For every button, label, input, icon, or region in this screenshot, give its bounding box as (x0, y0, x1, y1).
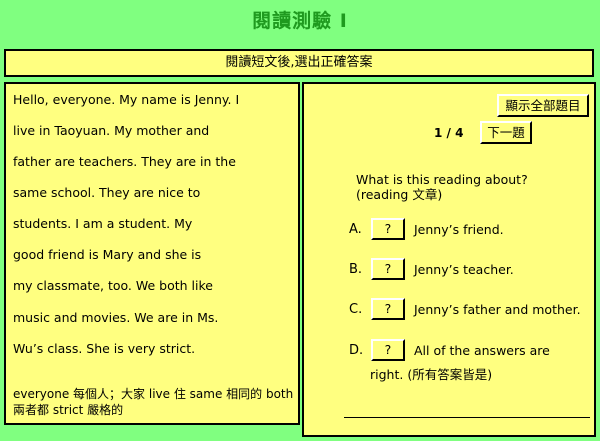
passage-line: Wu’s class. She is very strict. (13, 341, 196, 356)
question-text: What is this reading about? (reading 文章) (356, 172, 528, 202)
passage-line: Hello, everyone. My name is Jenny. I (13, 92, 240, 107)
passage-line: father are teachers. They are in the (13, 154, 236, 169)
option-d-button[interactable]: ? (371, 339, 405, 361)
passage-panel: Hello, everyone. My name is Jenny. I liv… (4, 82, 300, 425)
passage-line: students. I am a student. My (13, 216, 193, 231)
option-b-text: Jenny’s teacher. (414, 262, 514, 277)
next-question-button[interactable]: 下一題 (480, 121, 532, 144)
question-note: (reading 文章) (356, 187, 443, 202)
passage-line: good friend is Mary and she is (13, 247, 202, 262)
question-counter: 1 / 4 (434, 126, 464, 140)
passage-line: same school. They are nice to (13, 185, 201, 200)
passage-line: my classmate, too. We both like (13, 278, 213, 293)
passage-line: music and movies. We are in Ms. (13, 310, 219, 325)
option-d-text: All of the answers are (414, 343, 550, 358)
option-b-letter: B. (349, 262, 363, 277)
page-title: 閱讀測驗 I (252, 10, 348, 32)
show-all-questions-button[interactable]: 顯示全部題目 (497, 94, 589, 117)
option-a-text: Jenny’s friend. (414, 222, 504, 237)
option-c-button[interactable]: ? (371, 298, 405, 320)
option-a-letter: A. (349, 222, 362, 237)
option-c-letter: C. (349, 302, 363, 317)
answer-line (344, 417, 590, 418)
option-a-button[interactable]: ? (371, 218, 405, 240)
option-d-continuation: right. (所有答案皆是) (370, 367, 493, 382)
vocabulary-note: everyone 每個人；大家 live 住 same 相同的 both 兩者都… (13, 387, 294, 417)
question-line: What is this reading about? (356, 172, 528, 187)
option-d-letter: D. (349, 343, 364, 358)
passage-line: live in Taoyuan. My mother and (13, 123, 210, 138)
option-c-text: Jenny’s father and mother. (414, 302, 581, 317)
instruction-bar: 閱讀短文後,選出正確答案 (4, 49, 594, 77)
question-panel: 顯示全部題目 1 / 4 下一題 What is this reading ab… (302, 82, 596, 437)
option-b-button[interactable]: ? (371, 258, 405, 280)
